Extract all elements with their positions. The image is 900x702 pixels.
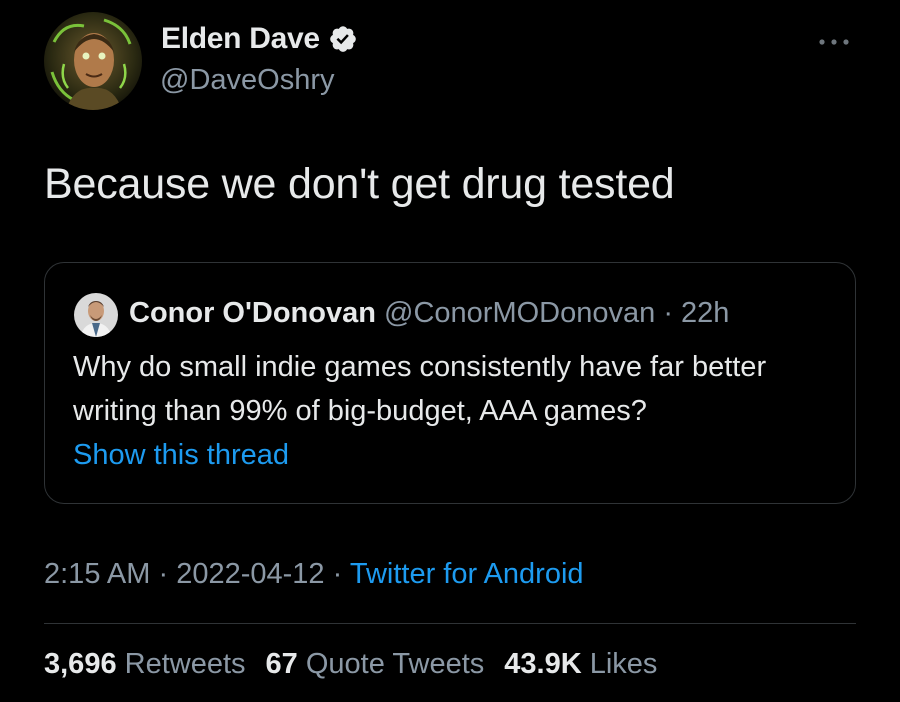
quoted-tweet-text: Why do small indie games consistently ha… (73, 351, 767, 427)
quoted-author-handle[interactable]: @ConorMODonovan (384, 297, 655, 329)
retweets-count: 3,696 (44, 648, 117, 680)
retweets-stat[interactable]: 3,696 Retweets (44, 648, 246, 681)
quoted-author-name[interactable]: Conor O'Donovan (129, 297, 376, 329)
author-display-name[interactable]: Elden Dave (161, 22, 320, 56)
author-name-row[interactable]: Elden Dave (161, 22, 358, 56)
author-handle[interactable]: @DaveOshry (160, 64, 334, 97)
quoted-author-avatar[interactable] (74, 293, 118, 337)
quoted-tweet-header: Conor O'Donovan @ConorMODonovan · 22h (129, 293, 729, 333)
tweet-date[interactable]: 2022-04-12 (176, 558, 324, 590)
verified-badge-icon (329, 26, 356, 52)
more-options-icon[interactable] (812, 32, 856, 52)
retweets-label: Retweets (124, 648, 246, 680)
likes-stat[interactable]: 43.9K Likes (504, 648, 657, 681)
divider (44, 623, 856, 624)
tweet-text: Because we don't get drug tested (44, 160, 675, 208)
likes-label: Likes (589, 648, 658, 680)
quote-tweets-count: 67 (265, 648, 298, 680)
author-avatar[interactable] (44, 12, 142, 110)
tweet-stats: 3,696 Retweets 67 Quote Tweets 43.9K Lik… (44, 648, 657, 681)
likes-count: 43.9K (504, 648, 582, 680)
quoted-tweet-card[interactable]: Conor O'Donovan @ConorMODonovan · 22h Wh… (44, 262, 856, 504)
tweet-detail: Elden Dave @DaveOshry Because we don't g… (0, 0, 900, 702)
tweet-time[interactable]: 2:15 AM (44, 558, 150, 590)
meta-separator: · (158, 558, 169, 590)
tweet-meta: 2:15 AM · 2022-04-12 · Twitter for Andro… (44, 558, 584, 591)
meta-separator: · (332, 558, 343, 590)
quoted-tweet-time[interactable]: 22h (681, 297, 729, 329)
quote-tweets-label: Quote Tweets (305, 648, 485, 680)
quote-tweets-stat[interactable]: 67 Quote Tweets (266, 648, 485, 681)
show-thread-link[interactable]: Show this thread (73, 439, 289, 472)
quoted-separator: · (663, 297, 673, 329)
tweet-source-link[interactable]: Twitter for Android (350, 558, 584, 590)
